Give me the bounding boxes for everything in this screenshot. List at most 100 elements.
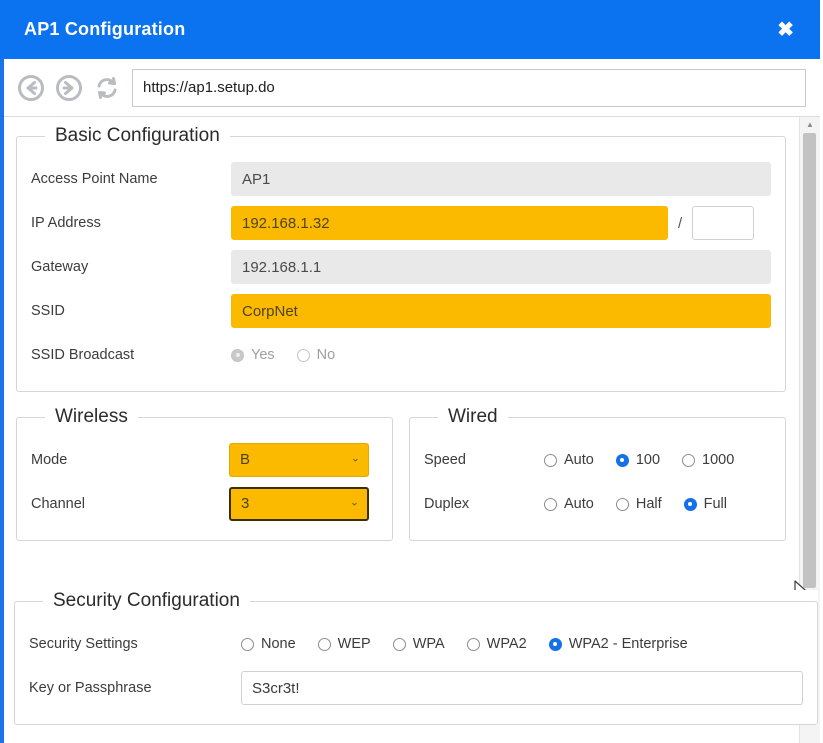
radio-dot-icon (615, 497, 629, 511)
row-wireless-channel: Channel 3 ⌄ (31, 482, 378, 526)
wired-legend: Wired (448, 406, 498, 427)
wireless-mode-value: B (240, 451, 251, 468)
row-security-settings: Security Settings None WEP WPA WPA2 WPA2… (29, 622, 803, 666)
radio-dot-icon (544, 453, 557, 467)
url-input[interactable]: https://ap1.setup.do (132, 68, 806, 107)
chevron-down-icon: ⌄ (350, 452, 360, 465)
wired-section: Wired Speed Auto 100 1000 Duplex Auto Ha… (409, 406, 786, 541)
wired-duplex-radio-group: Auto Half Full (544, 496, 727, 512)
security-configuration-legend: Security Configuration (53, 590, 240, 611)
row-gateway: Gateway 192.168.1.1 (31, 245, 771, 289)
wireless-channel-select[interactable]: 3 ⌄ (229, 487, 369, 521)
radio-security-wpa2-enterprise[interactable]: WPA2 - Enterprise (548, 636, 688, 652)
radio-dot-icon (615, 453, 629, 467)
radio-label: None (261, 636, 296, 652)
ip-address-input[interactable]: 192.168.1.32 (231, 206, 668, 240)
label-access-point-name: Access Point Name (31, 171, 158, 187)
radio-dot-icon (317, 637, 331, 651)
title-bar: AP1 Configuration ✖ (0, 0, 820, 59)
scrollbar-thumb[interactable] (803, 133, 816, 588)
ssid-input[interactable]: CorpNet (231, 294, 771, 328)
radio-speed-100[interactable]: 100 (615, 452, 661, 468)
radio-label: 1000 (702, 452, 735, 468)
label-wired-duplex: Duplex (424, 496, 470, 512)
radio-speed-auto[interactable]: Auto (544, 452, 594, 468)
key-passphrase-input[interactable]: S3cr3t! (241, 671, 803, 705)
label-wireless-channel: Channel (31, 496, 86, 512)
wireless-wired-row: Wireless Mode B ⌄ Channel 3 ⌄ Wired Spee… (16, 406, 786, 555)
row-wired-speed: Speed Auto 100 1000 (424, 438, 771, 482)
radio-duplex-full[interactable]: Full (683, 496, 728, 512)
scroll-up-arrow-icon[interactable]: ▲ (800, 117, 820, 131)
wireless-mode-select[interactable]: B ⌄ (229, 443, 369, 477)
back-arrow-icon[interactable] (16, 73, 46, 103)
ssid-broadcast-radio-group: Yes No (231, 347, 335, 363)
radio-dot-icon (296, 348, 310, 362)
close-icon[interactable]: ✖ (769, 16, 802, 44)
nav-icon-group (16, 73, 132, 103)
label-wireless-mode: Mode (31, 452, 68, 468)
radio-ssid-broadcast-no[interactable]: No (296, 347, 336, 363)
radio-label: Auto (564, 496, 594, 512)
refresh-icon[interactable] (92, 73, 122, 103)
security-configuration-section: Security Configuration Security Settings… (14, 590, 818, 725)
radio-speed-1000[interactable]: 1000 (682, 452, 734, 468)
radio-dot-icon (392, 637, 406, 651)
row-ip-address: IP Address 192.168.1.32 / (31, 201, 771, 245)
basic-configuration-legend: Basic Configuration (55, 125, 220, 146)
basic-configuration-section: Basic Configuration Access Point Name AP… (16, 125, 786, 392)
radio-security-wep[interactable]: WEP (317, 636, 371, 652)
radio-label: No (316, 347, 336, 363)
radio-label: WPA (412, 636, 445, 652)
radio-security-wpa2[interactable]: WPA2 (466, 636, 527, 652)
row-wireless-mode: Mode B ⌄ (31, 438, 378, 482)
radio-label: Auto (564, 452, 594, 468)
radio-label: WEP (337, 636, 371, 652)
radio-security-wpa[interactable]: WPA (392, 636, 445, 652)
access-point-name-input: AP1 (231, 162, 771, 196)
radio-duplex-auto[interactable]: Auto (544, 496, 594, 512)
row-access-point-name: Access Point Name AP1 (31, 157, 771, 201)
security-configuration-wrapper: Security Configuration Security Settings… (14, 590, 818, 725)
gateway-input: 192.168.1.1 (231, 250, 771, 284)
radio-dot-icon (241, 637, 254, 651)
radio-dot-icon (683, 497, 697, 511)
chevron-down-icon: ⌄ (349, 496, 359, 509)
radio-dot-icon (231, 348, 244, 362)
label-ip-address: IP Address (31, 215, 101, 231)
label-gateway: Gateway (31, 259, 89, 275)
security-settings-radio-group: None WEP WPA WPA2 WPA2 - Enterprise (241, 636, 688, 652)
label-ssid-broadcast: SSID Broadcast (31, 347, 135, 363)
radio-dot-icon (548, 637, 562, 651)
label-ssid: SSID (31, 303, 65, 319)
wired-speed-radio-group: Auto 100 1000 (544, 452, 734, 468)
radio-security-none[interactable]: None (241, 636, 296, 652)
radio-dot-icon (682, 453, 696, 467)
radio-ssid-broadcast-yes[interactable]: Yes (231, 347, 275, 363)
browser-navigation-bar: https://ap1.setup.do (4, 59, 820, 117)
subnet-prefix-input[interactable] (692, 206, 755, 240)
row-key-passphrase: Key or Passphrase S3cr3t! (29, 666, 803, 710)
wireless-section: Wireless Mode B ⌄ Channel 3 ⌄ (16, 406, 393, 541)
radio-label: 100 (635, 452, 661, 468)
row-wired-duplex: Duplex Auto Half Full (424, 482, 771, 526)
label-wired-speed: Speed (424, 452, 466, 468)
radio-label: WPA2 - Enterprise (568, 636, 688, 652)
radio-dot-icon (544, 497, 557, 511)
radio-dot-icon (466, 637, 480, 651)
wireless-legend: Wireless (55, 406, 128, 427)
radio-label: Yes (251, 347, 275, 363)
radio-label: WPA2 (486, 636, 527, 652)
window-title: AP1 Configuration (24, 19, 186, 39)
label-security-settings: Security Settings (29, 636, 138, 652)
forward-arrow-icon[interactable] (54, 73, 84, 103)
browser-window: AP1 Configuration ✖ https://ap1.setup.do… (0, 0, 823, 743)
label-key-passphrase: Key or Passphrase (29, 680, 152, 696)
wireless-channel-value: 3 (241, 495, 250, 512)
radio-label: Full (703, 496, 728, 512)
radio-duplex-half[interactable]: Half (615, 496, 662, 512)
row-ssid: SSID CorpNet (31, 289, 771, 333)
row-ssid-broadcast: SSID Broadcast Yes No (31, 333, 771, 377)
radio-label: Half (635, 496, 662, 512)
ip-separator: / (678, 214, 683, 232)
